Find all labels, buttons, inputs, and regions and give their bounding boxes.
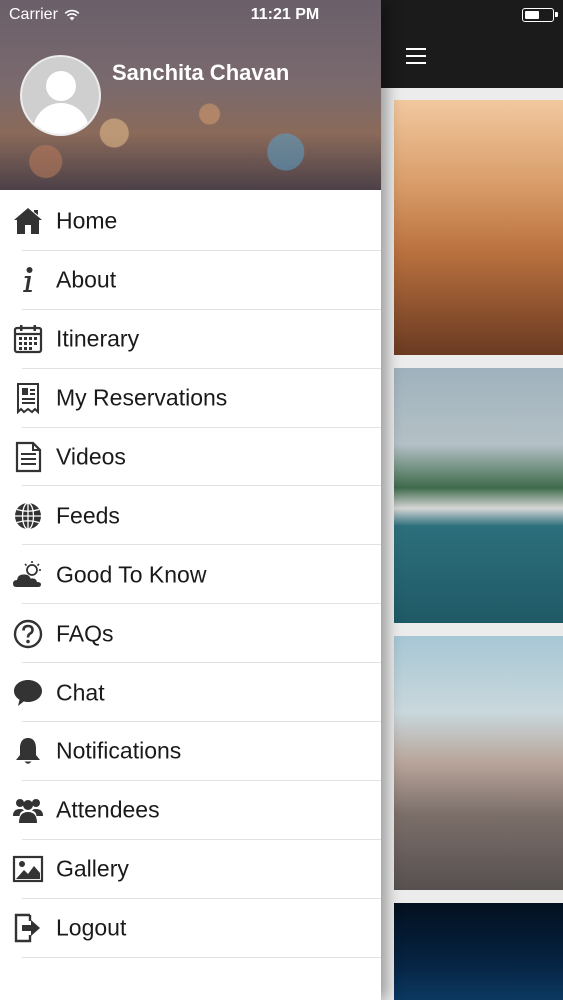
drawer-menu: Home About Itinerary My Reservations Vid… — [0, 192, 381, 958]
user-name: Sanchita Chavan — [112, 60, 290, 85]
profile-header: Carrier 11:21 PM Sanchita Chavan — [0, 0, 381, 190]
menu-item-feeds[interactable]: Feeds — [0, 486, 381, 546]
menu-item-home[interactable]: Home — [0, 192, 381, 251]
side-drawer: Carrier 11:21 PM Sanchita Chavan Home Ab… — [0, 0, 381, 1000]
question-icon — [11, 617, 45, 651]
menu-label-attendees: Attendees — [56, 796, 160, 823]
menu-label-gallery: Gallery — [56, 855, 129, 882]
weather-icon — [11, 558, 45, 592]
bell-icon — [11, 734, 45, 768]
calendar-icon — [11, 322, 45, 356]
top-navigation-bar — [381, 0, 563, 88]
menu-label-chat: Chat — [56, 679, 105, 706]
info-icon — [11, 263, 45, 297]
menu-item-logout[interactable]: Logout — [0, 899, 381, 958]
gallery-image-night[interactable] — [394, 903, 563, 1000]
menu-item-chat[interactable]: Chat — [0, 663, 381, 722]
main-content — [381, 0, 563, 1000]
avatar[interactable] — [20, 55, 101, 136]
menu-label-logout: Logout — [56, 914, 127, 941]
menu-label-feeds: Feeds — [56, 502, 120, 529]
menu-item-faqs[interactable]: FAQs — [0, 604, 381, 664]
menu-item-good-to-know[interactable]: Good To Know — [0, 545, 381, 605]
globe-icon — [11, 499, 45, 533]
menu-label-about: About — [56, 266, 117, 293]
menu-item-videos[interactable]: Videos — [0, 428, 381, 487]
receipt-icon — [11, 381, 45, 415]
menu-item-itinerary[interactable]: Itinerary — [0, 310, 381, 369]
wifi-icon — [64, 9, 80, 21]
picture-icon — [11, 852, 45, 886]
status-bar-time: 11:21 PM — [250, 6, 320, 23]
document-icon — [11, 440, 45, 474]
menu-label-faqs: FAQs — [56, 620, 114, 647]
menu-item-notifications[interactable]: Notifications — [0, 722, 381, 781]
menu-item-gallery[interactable]: Gallery — [0, 840, 381, 899]
battery-icon — [522, 8, 558, 22]
menu-label-good-to-know: Good To Know — [56, 561, 207, 588]
logout-icon — [11, 911, 45, 945]
chat-bubble-icon — [11, 676, 45, 710]
menu-label-notifications: Notifications — [56, 737, 182, 764]
carrier-label: Carrier — [9, 6, 58, 23]
menu-label-home: Home — [56, 207, 118, 234]
hamburger-icon[interactable] — [406, 48, 426, 64]
menu-item-about[interactable]: About — [0, 251, 381, 310]
menu-label-itinerary: Itinerary — [56, 325, 140, 352]
menu-label-my-reservations: My Reservations — [56, 384, 228, 411]
gallery-image-city-aerial[interactable] — [394, 636, 563, 890]
home-icon — [11, 204, 45, 238]
menu-item-my-reservations[interactable]: My Reservations — [0, 369, 381, 428]
gallery-image-waterfront[interactable] — [394, 368, 563, 623]
menu-item-attendees[interactable]: Attendees — [0, 781, 381, 840]
people-icon — [11, 793, 45, 827]
menu-label-videos: Videos — [56, 443, 126, 470]
gallery-image-venice-arches[interactable] — [394, 100, 563, 355]
status-bar-left: Carrier — [9, 6, 80, 24]
